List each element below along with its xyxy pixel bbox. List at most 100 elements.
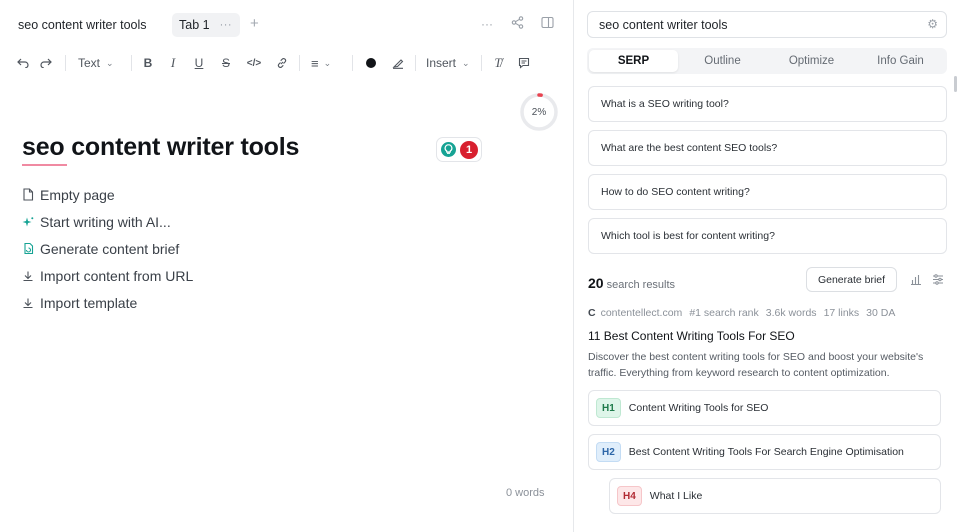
- result-da: 30 DA: [866, 307, 896, 319]
- action-generate-brief[interactable]: Generate content brief: [22, 235, 193, 262]
- content-score-value: 2%: [531, 106, 547, 118]
- heading-level-badge: H1: [596, 398, 621, 418]
- toolbar-divider: [131, 55, 132, 71]
- heading-level-badge: H2: [596, 442, 621, 462]
- tab-serp[interactable]: SERP: [589, 50, 678, 72]
- tab-optimize[interactable]: Optimize: [767, 50, 856, 72]
- download-icon: [22, 297, 40, 309]
- tab-1[interactable]: Tab 1 ···: [172, 13, 241, 37]
- chevron-down-icon: ⌄: [106, 57, 114, 68]
- share-icon[interactable]: [511, 16, 524, 34]
- question-item[interactable]: What is a SEO writing tool?: [588, 86, 947, 122]
- text-color-icon[interactable]: [365, 53, 377, 73]
- result-meta: Ccontentellect.com #1 search rank 3.6k wor…: [588, 307, 895, 319]
- gear-icon[interactable]: ⚙: [927, 17, 938, 31]
- insert-dropdown[interactable]: Insert ⌄: [426, 53, 472, 73]
- panel-tabs: SERP Outline Optimize Info Gain: [587, 48, 947, 74]
- align-icon: ≡: [311, 55, 319, 71]
- results-label: search results: [606, 279, 676, 291]
- outline-heading-row[interactable]: H4 What I Like: [609, 478, 941, 514]
- redo-icon[interactable]: [39, 53, 53, 73]
- action-label: Empty page: [40, 186, 115, 203]
- keyword-search-input[interactable]: seo content writer tools ⚙: [587, 11, 947, 38]
- toolbar-divider: [65, 55, 66, 71]
- heading-text: What I Like: [649, 490, 703, 502]
- question-item[interactable]: Which tool is best for content writing?: [588, 218, 947, 254]
- formatting-toolbar: Text ⌄ B I U S </> ≡ ⌄ Insert ⌄ T̸: [0, 50, 573, 76]
- action-import-url[interactable]: Import content from URL: [22, 262, 193, 289]
- tab-outline[interactable]: Outline: [678, 50, 767, 72]
- brief-icon: [22, 242, 40, 255]
- insert-label: Insert: [426, 56, 457, 70]
- question-item[interactable]: What are the best content SEO tools?: [588, 130, 947, 166]
- toolbar-divider: [352, 55, 353, 71]
- keyword-value: seo content writer tools: [599, 17, 728, 32]
- heading-level-badge: H4: [617, 486, 642, 506]
- start-options-list: Empty page Start writing with AI... Gene…: [22, 181, 193, 316]
- word-count: 0 words: [506, 487, 545, 499]
- toolbar-divider: [481, 55, 482, 71]
- strikethrough-icon[interactable]: S: [220, 53, 232, 73]
- results-count: 20 search results: [588, 275, 675, 291]
- action-label: Import template: [40, 294, 138, 311]
- text-style-label: Text: [78, 56, 101, 70]
- link-icon[interactable]: [275, 53, 289, 73]
- page-title[interactable]: seo content writer tools: [22, 133, 299, 162]
- comment-icon[interactable]: [517, 53, 531, 73]
- result-links: 17 links: [823, 307, 860, 319]
- heading-text: Content Writing Tools for SEO: [628, 402, 769, 414]
- add-tab-button[interactable]: +: [250, 15, 259, 33]
- result-title[interactable]: 11 Best Content Writing Tools For SEO: [588, 329, 795, 343]
- serp-panel: seo content writer tools ⚙ SERP Outline …: [573, 0, 963, 532]
- content-score-gauge[interactable]: 2%: [519, 92, 559, 132]
- action-label: Start writing with AI...: [40, 213, 171, 230]
- italic-icon[interactable]: I: [167, 53, 179, 73]
- scrollbar-thumb[interactable]: [954, 76, 957, 92]
- action-empty-page[interactable]: Empty page: [22, 181, 193, 208]
- assistant-badges[interactable]: 1: [436, 137, 482, 162]
- issue-count-badge: 1: [460, 140, 478, 159]
- outline-heading-row[interactable]: H2 Best Content Writing Tools For Search…: [588, 434, 941, 470]
- action-label: Import content from URL: [40, 267, 194, 284]
- chevron-down-icon: ⌄: [323, 57, 332, 68]
- action-label: Generate content brief: [40, 240, 180, 257]
- underline-icon[interactable]: U: [193, 53, 205, 73]
- tab-menu-icon[interactable]: ···: [220, 19, 233, 31]
- action-start-writing-ai[interactable]: Start writing with AI...: [22, 208, 193, 235]
- toolbar-divider: [415, 55, 416, 71]
- undo-icon[interactable]: [16, 53, 30, 73]
- site-favicon: C: [588, 307, 596, 319]
- spellcheck-underline: [22, 163, 67, 166]
- bar-chart-icon[interactable]: [910, 272, 922, 290]
- tab-info-gain[interactable]: Info Gain: [856, 50, 945, 72]
- outline-heading-row[interactable]: H1 Content Writing Tools for SEO: [588, 390, 941, 426]
- text-style-dropdown[interactable]: Text ⌄: [78, 53, 120, 73]
- page-icon: [22, 188, 40, 201]
- align-dropdown[interactable]: ≡ ⌄: [311, 53, 341, 73]
- chevron-down-icon: ⌄: [462, 57, 470, 68]
- result-description: Discover the best content writing tools …: [588, 351, 924, 379]
- filter-icon[interactable]: [932, 272, 944, 290]
- editor-pane: seo content writer tools Tab 1 ··· + ···…: [0, 0, 573, 532]
- code-icon[interactable]: </>: [246, 53, 262, 73]
- heading-text: Best Content Writing Tools For Search En…: [628, 446, 904, 458]
- sparkle-icon: [22, 216, 40, 228]
- toolbar-divider: [299, 55, 300, 71]
- action-import-template[interactable]: Import template: [22, 289, 193, 316]
- bold-icon[interactable]: B: [142, 53, 154, 73]
- document-tab-bar: seo content writer tools Tab 1 ··· + ···: [0, 0, 573, 50]
- clear-format-icon[interactable]: T̸: [491, 53, 505, 73]
- result-rank: #1 search rank: [689, 307, 759, 319]
- question-item[interactable]: How to do SEO content writing?: [588, 174, 947, 210]
- download-icon: [22, 270, 40, 282]
- generate-brief-button[interactable]: Generate brief: [806, 267, 897, 292]
- more-options-icon[interactable]: ···: [481, 15, 493, 33]
- lightbulb-icon: [441, 142, 456, 157]
- result-words: 3.6k words: [765, 307, 817, 319]
- toggle-panel-icon[interactable]: [541, 16, 554, 34]
- tab-label: Tab 1: [179, 18, 210, 32]
- result-domain[interactable]: contentellect.com: [601, 307, 683, 319]
- highlight-icon[interactable]: [391, 53, 405, 73]
- results-number: 20: [588, 275, 604, 291]
- document-title[interactable]: seo content writer tools: [18, 18, 147, 32]
